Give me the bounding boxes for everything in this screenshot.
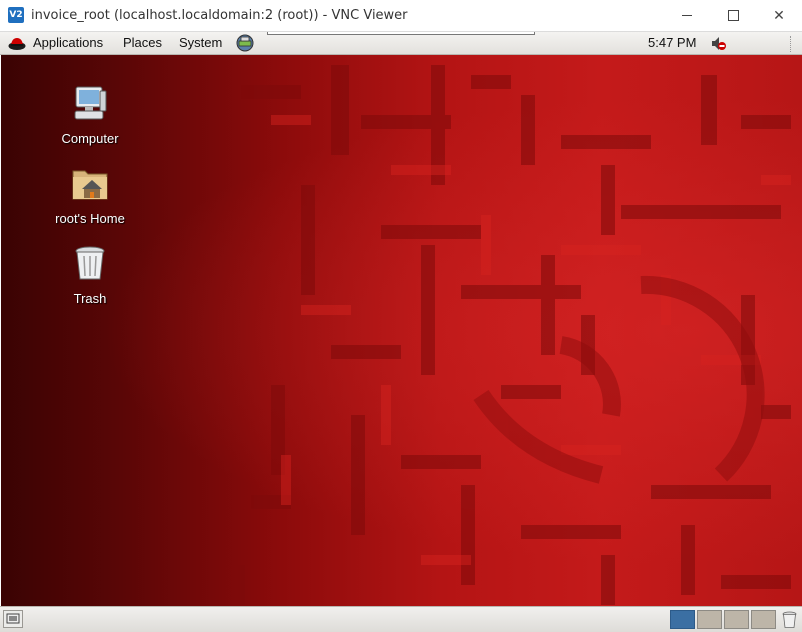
computer-icon: [74, 86, 107, 120]
redhat-logo-icon: [8, 38, 26, 50]
trash-applet-icon[interactable]: [781, 610, 798, 629]
clock[interactable]: 5:47 PM: [648, 35, 696, 50]
show-desktop-icon: [6, 613, 20, 624]
window-titlebar: V2 invoice_root (localhost.localdomain:2…: [0, 0, 802, 32]
desktop-icon-label: Trash: [73, 291, 107, 306]
home-folder-icon: [72, 170, 108, 200]
close-icon: ✕: [773, 7, 785, 24]
workspace-3[interactable]: [724, 610, 749, 629]
maximize-icon: [727, 10, 739, 21]
bottom-panel: [0, 606, 802, 632]
desktop-icon-computer[interactable]: Computer: [45, 83, 135, 146]
close-button[interactable]: ✕: [756, 0, 802, 31]
volume-muted-icon[interactable]: [710, 35, 727, 52]
applications-menu[interactable]: Applications: [33, 35, 103, 50]
maximize-button[interactable]: [710, 0, 756, 31]
desktop[interactable]: Computer root's Home Trash: [1, 55, 802, 606]
desktop-icon-trash[interactable]: Trash: [45, 243, 135, 306]
desktop-icon-label: Computer: [61, 131, 119, 146]
minimize-icon: [682, 15, 692, 16]
desktop-icon-home[interactable]: root's Home: [45, 163, 135, 226]
show-desktop-button[interactable]: [3, 610, 23, 628]
workspace-4[interactable]: [751, 610, 776, 629]
window-list-area: [267, 32, 535, 35]
network-icon[interactable]: [235, 34, 255, 52]
vnc-icon: V2: [8, 7, 24, 23]
minimize-button[interactable]: [664, 0, 710, 31]
desktop-icon-label: root's Home: [55, 211, 125, 226]
trash-icon: [75, 246, 105, 280]
workspace-2[interactable]: [697, 610, 722, 629]
places-menu[interactable]: Places: [123, 35, 162, 50]
workspace-1[interactable]: [670, 610, 695, 629]
window-title: invoice_root (localhost.localdomain:2 (r…: [31, 8, 408, 23]
system-menu[interactable]: System: [179, 35, 222, 50]
top-panel: Applications Places System 5:47 PM: [0, 32, 802, 55]
panel-grip[interactable]: [790, 36, 795, 52]
